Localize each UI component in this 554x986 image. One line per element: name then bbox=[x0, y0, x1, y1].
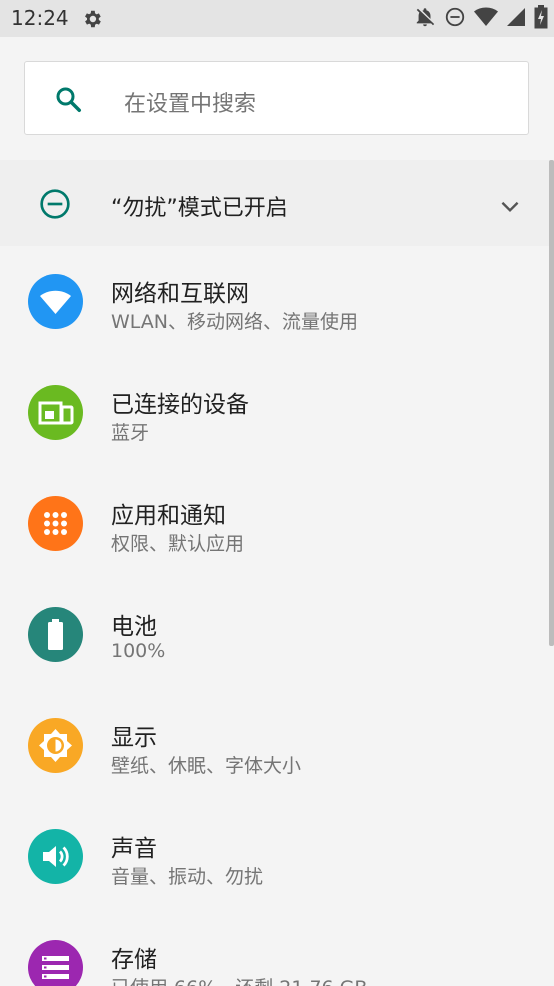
setting-title: 声音 bbox=[111, 836, 157, 862]
settings-screen: 12:24 在设置中搜索 “勿扰”模式已开启 网络和互联网 WLAN、移动网络、… bbox=[0, 0, 554, 986]
setting-subtitle: 已使用 66% - 还剩 21.76 GB bbox=[111, 973, 367, 986]
setting-title: 电池 bbox=[111, 614, 157, 640]
battery-icon bbox=[28, 607, 83, 662]
devices-icon bbox=[28, 385, 83, 440]
setting-subtitle: 壁纸、休眠、字体大小 bbox=[111, 755, 302, 777]
setting-title: 存储 bbox=[111, 947, 157, 973]
setting-subtitle: 权限、默认应用 bbox=[111, 533, 245, 555]
status-time: 12:24 bbox=[11, 6, 69, 30]
status-icons bbox=[406, 5, 548, 33]
setting-connected-devices[interactable]: 已连接的设备 蓝牙 bbox=[0, 357, 554, 468]
dnd-banner[interactable]: “勿扰”模式已开启 bbox=[0, 160, 554, 246]
brightness-icon bbox=[28, 718, 83, 773]
chevron-down-icon[interactable] bbox=[497, 193, 523, 219]
setting-title: 应用和通知 bbox=[111, 503, 226, 529]
setting-sound[interactable]: 声音 音量、振动、勿扰 bbox=[0, 801, 554, 912]
setting-title: 已连接的设备 bbox=[111, 392, 249, 418]
do-not-disturb-icon bbox=[444, 6, 466, 32]
scrollbar[interactable] bbox=[549, 160, 554, 646]
setting-subtitle: WLAN、移动网络、流量使用 bbox=[111, 311, 359, 333]
search-placeholder: 在设置中搜索 bbox=[124, 92, 257, 117]
gear-icon bbox=[81, 8, 103, 30]
setting-apps-notifications[interactable]: 应用和通知 权限、默认应用 bbox=[0, 468, 554, 579]
dnd-label: “勿扰”模式已开启 bbox=[111, 196, 288, 221]
notifications-off-icon bbox=[414, 6, 436, 32]
wifi-icon bbox=[28, 274, 83, 329]
setting-title: 显示 bbox=[111, 725, 157, 751]
storage-icon bbox=[28, 940, 83, 986]
battery-charging-icon bbox=[534, 5, 548, 33]
setting-subtitle: 音量、振动、勿扰 bbox=[111, 866, 264, 888]
status-bar: 12:24 bbox=[0, 0, 554, 37]
do-not-disturb-icon bbox=[39, 188, 71, 220]
volume-icon bbox=[28, 829, 83, 884]
setting-subtitle: 蓝牙 bbox=[111, 422, 150, 444]
cell-signal-icon bbox=[506, 7, 526, 31]
wifi-icon bbox=[474, 6, 498, 32]
setting-network[interactable]: 网络和互联网 WLAN、移动网络、流量使用 bbox=[0, 246, 554, 357]
setting-battery[interactable]: 电池 100% bbox=[0, 579, 554, 690]
settings-list: 网络和互联网 WLAN、移动网络、流量使用 已连接的设备 蓝牙 应用和通知 权限… bbox=[0, 246, 554, 986]
setting-display[interactable]: 显示 壁纸、休眠、字体大小 bbox=[0, 690, 554, 801]
setting-subtitle: 100% bbox=[111, 640, 166, 662]
search-bar[interactable]: 在设置中搜索 bbox=[24, 61, 529, 135]
apps-grid-icon bbox=[28, 496, 83, 551]
setting-title: 网络和互联网 bbox=[111, 281, 249, 307]
setting-storage[interactable]: 存储 已使用 66% - 还剩 21.76 GB bbox=[0, 912, 554, 986]
search-icon bbox=[53, 84, 83, 114]
